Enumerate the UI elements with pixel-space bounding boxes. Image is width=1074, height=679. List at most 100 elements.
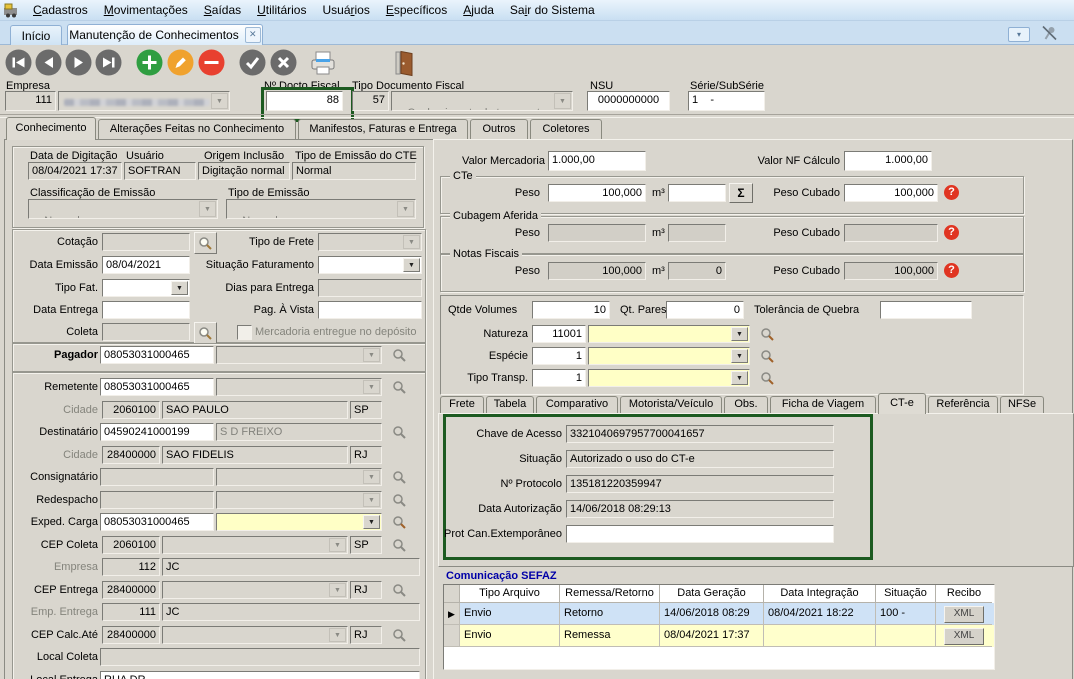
natureza-search-icon[interactable] xyxy=(758,325,776,343)
tab-frete[interactable]: Frete xyxy=(440,396,484,414)
mercadoria-checkbox[interactable] xyxy=(237,325,252,340)
tab-tabela[interactable]: Tabela xyxy=(486,396,534,414)
notas-help-icon[interactable]: ? xyxy=(944,263,959,278)
redespacho-search-icon[interactable] xyxy=(390,491,408,509)
cte-peso-cubado-field[interactable]: 100,000 xyxy=(844,184,938,202)
nav-first-button[interactable] xyxy=(5,49,32,81)
edit-record-button[interactable] xyxy=(167,49,194,81)
exped-carga-search-icon[interactable] xyxy=(390,513,408,531)
pag-vista-field[interactable] xyxy=(318,301,422,319)
redespacho-code-field[interactable] xyxy=(100,491,214,509)
cep-coleta-search-icon[interactable] xyxy=(390,536,408,554)
consignatario-name-combo[interactable]: ▼ xyxy=(216,468,382,486)
menu-item[interactable]: Movimentações xyxy=(96,2,196,18)
destinatario-search-icon[interactable] xyxy=(390,423,408,441)
redespacho-name-combo[interactable]: ▼ xyxy=(216,491,382,509)
menu-item[interactable]: Sair do Sistema xyxy=(502,2,603,18)
tab-manutencao-conhecimentos[interactable]: Manutenção de Conhecimentos ✕ xyxy=(67,24,263,45)
col-data-integracao[interactable]: Data Integração xyxy=(764,585,876,603)
classificacao-combo[interactable]: Normal▼ xyxy=(28,199,218,219)
consignatario-code-field[interactable] xyxy=(100,468,214,486)
add-record-button[interactable] xyxy=(136,49,163,81)
cep-coleta-city-combo[interactable]: SAO PAULO▼ xyxy=(162,536,348,554)
pagador-search-icon[interactable] xyxy=(390,346,408,364)
cte-m3-field[interactable] xyxy=(668,184,726,202)
menu-item[interactable]: Ajuda xyxy=(455,2,502,18)
chevron-down-icon[interactable]: ▼ xyxy=(171,281,188,295)
col-situacao[interactable]: Situação xyxy=(876,585,936,603)
local-coleta-field[interactable] xyxy=(100,648,420,666)
exped-carga-code-field[interactable]: 08053031000465 xyxy=(100,513,214,531)
cep-calc-city-combo[interactable]: SAO FIDELIS▼ xyxy=(162,626,348,644)
tab-ficha-viagem[interactable]: Ficha de Viagem xyxy=(770,396,876,414)
valor-nf-field[interactable]: 1.000,00 xyxy=(844,151,932,171)
tab-inicio[interactable]: Início xyxy=(10,25,62,45)
destinatario-code-field[interactable]: 04590241000199 xyxy=(100,423,214,441)
remetente-name-combo[interactable]: ESCRITA▼ xyxy=(216,378,382,396)
serie-field[interactable]: 1 - xyxy=(688,91,765,111)
coleta-search-button[interactable] xyxy=(194,322,217,344)
tipo-transp-code-field[interactable]: 1 xyxy=(532,369,586,387)
empresa-code-field[interactable]: 111 xyxy=(5,91,56,111)
tipo-transp-search-icon[interactable] xyxy=(758,369,776,387)
qtde-volumes-field[interactable]: 10 xyxy=(532,301,610,319)
exped-carga-name-combo[interactable]: ESCRITA IND E SERV. DE SUP. P.▼ xyxy=(216,513,382,531)
cep-calc-search-icon[interactable] xyxy=(390,626,408,644)
tab-coletores[interactable]: Coletores xyxy=(530,119,602,140)
natureza-code-field[interactable]: 11001 xyxy=(532,325,586,343)
nav-prev-button[interactable] xyxy=(35,49,62,81)
pagador-name-combo[interactable]: ESCRITA▼ xyxy=(216,346,382,364)
tipo-fat-combo[interactable]: A Faturar▼ xyxy=(102,279,190,297)
cep-entrega-search-icon[interactable] xyxy=(390,581,408,599)
chevron-down-icon[interactable]: ▼ xyxy=(363,515,380,529)
col-tipo-arquivo[interactable]: Tipo Arquivo xyxy=(460,585,560,603)
tab-motorista-veiculo[interactable]: Motorista/Veículo xyxy=(620,396,722,414)
sefaz-table-row[interactable]: EnvioRemessa08/04/2021 17:37XML xyxy=(444,625,994,647)
especie-search-icon[interactable] xyxy=(758,347,776,365)
xml-recibo-button[interactable]: XML xyxy=(944,606,984,623)
tolerancia-field[interactable] xyxy=(880,301,972,319)
nav-next-button[interactable] xyxy=(65,49,92,81)
col-recibo[interactable]: Recibo xyxy=(936,585,992,603)
cep-entrega-cep-field[interactable]: 28400000 xyxy=(102,581,160,599)
docto-fiscal-field[interactable]: 88 xyxy=(266,91,343,111)
col-remessa-retorno[interactable]: Remessa/Retorno xyxy=(560,585,660,603)
cte-peso-field[interactable]: 100,000 xyxy=(548,184,646,202)
local-entrega-field[interactable]: RUA DR. xyxy=(100,671,420,679)
menu-item[interactable]: Específicos xyxy=(378,2,455,18)
coleta-field[interactable] xyxy=(102,323,190,341)
consignatario-search-icon[interactable] xyxy=(390,468,408,486)
menu-item[interactable]: Saídas xyxy=(196,2,249,18)
tab-alteracoes[interactable]: Alterações Feitas no Conhecimento xyxy=(98,119,296,140)
confirm-button[interactable] xyxy=(239,49,266,81)
tab-outros[interactable]: Outros xyxy=(470,119,528,140)
chevron-down-icon[interactable]: ▼ xyxy=(731,327,748,341)
tab-comparativo[interactable]: Comparativo xyxy=(536,396,618,414)
tab-nfse[interactable]: NFSe xyxy=(1000,396,1044,414)
especie-code-field[interactable]: 1 xyxy=(532,347,586,365)
natureza-combo[interactable]: Aco em bobinas▼ xyxy=(588,325,750,343)
sum-cubagem-button[interactable]: Σ xyxy=(729,183,753,203)
chevron-down-icon[interactable]: ▼ xyxy=(731,349,748,363)
especie-combo[interactable]: CAIXA▼ xyxy=(588,347,750,365)
tab-referencia[interactable]: Referência xyxy=(928,396,998,414)
empresa-name-combo[interactable]: ▼ xyxy=(58,91,230,111)
tipo-doc-code-field[interactable]: 57 xyxy=(352,91,389,111)
dias-entrega-field[interactable] xyxy=(318,279,422,297)
chevron-down-icon[interactable]: ▼ xyxy=(403,258,420,272)
cancel-button[interactable] xyxy=(270,49,297,81)
menu-item[interactable]: Utilitários xyxy=(249,2,314,18)
col-data-geracao[interactable]: Data Geração xyxy=(660,585,764,603)
remetente-search-icon[interactable] xyxy=(390,378,408,396)
tab-conhecimento[interactable]: Conhecimento xyxy=(6,117,96,140)
tab-obs[interactable]: Obs. xyxy=(724,396,768,414)
tipo-transp-combo[interactable]: Carga Fracionada Cheia▼ xyxy=(588,369,750,387)
valor-mercadoria-field[interactable]: 1.000,00 xyxy=(548,151,646,171)
cubagem-help-icon[interactable]: ? xyxy=(944,225,959,240)
delete-record-button[interactable] xyxy=(198,49,225,81)
prot-can-field[interactable] xyxy=(566,525,834,543)
exit-door-button[interactable] xyxy=(393,50,415,82)
qt-pares-field[interactable]: 0 xyxy=(666,301,744,319)
destinatario-name-field[interactable]: S D FREIXO xyxy=(216,423,382,441)
situacao-faturamento-combo[interactable]: Faturado▼ xyxy=(318,256,422,274)
